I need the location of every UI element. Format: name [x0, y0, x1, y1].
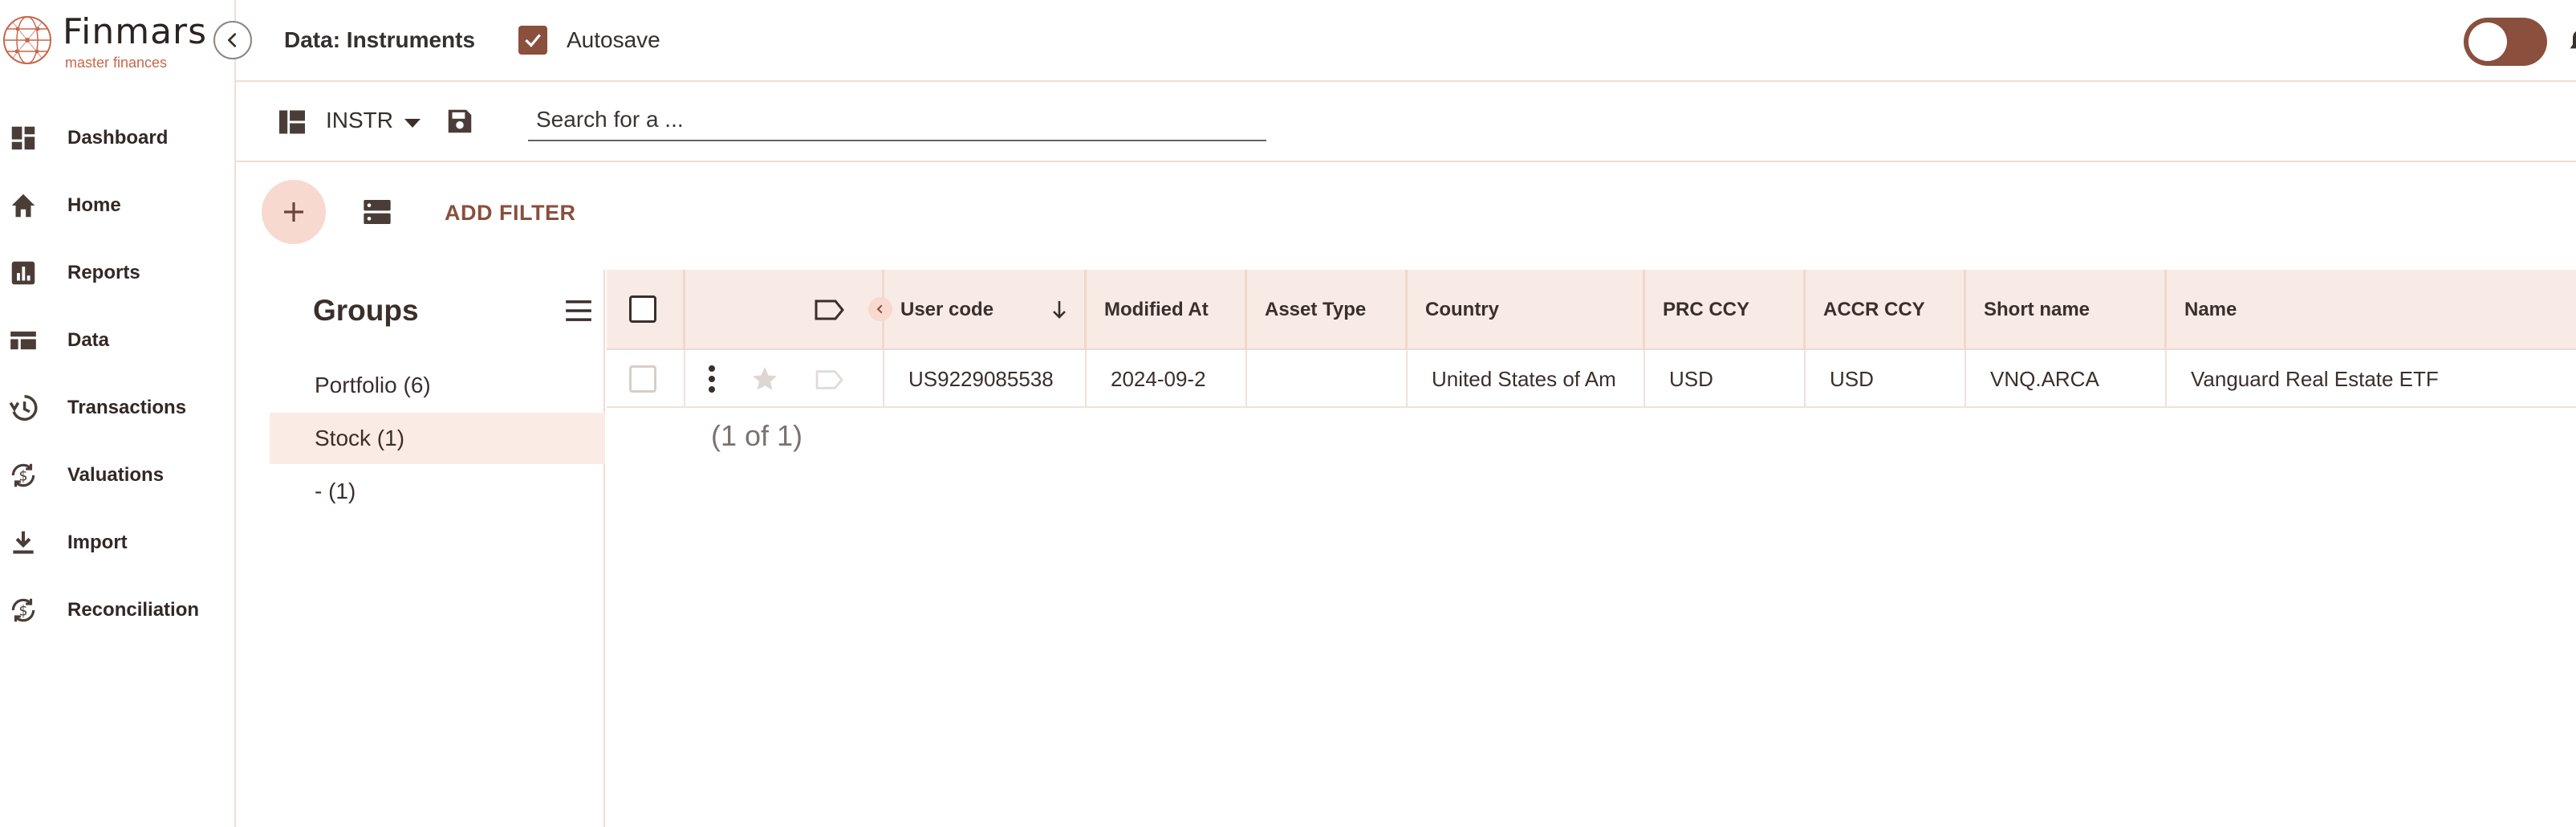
cell-short-name: VNQ.ARCA	[1966, 350, 2167, 408]
row-checkbox[interactable]	[629, 365, 656, 393]
theme-toggle[interactable]	[2464, 18, 2547, 66]
sidebar-item-label: Reports	[67, 262, 140, 283]
top-bar: Data: Instruments Autosave	[236, 0, 2576, 82]
column-label: Modified At	[1104, 299, 1209, 320]
column-header-country[interactable]: Country	[1408, 270, 1645, 350]
column-label: ACCR CCY	[1823, 299, 1925, 320]
cell-prc-ccy: USD	[1645, 350, 1806, 408]
row-actions-cell	[685, 350, 884, 408]
column-label: Short name	[1984, 299, 2090, 320]
sidebar-item-label: Home	[67, 194, 121, 216]
notifications-bell-icon[interactable]	[2565, 24, 2576, 59]
groups-title: Groups	[313, 294, 419, 327]
toggle-knob	[2468, 22, 2507, 61]
logo-name: Finmars	[63, 11, 208, 52]
column-header-accr-ccy[interactable]: ACCR CCY	[1806, 270, 1966, 350]
cell-user-code: US9229085538	[884, 350, 1087, 408]
filter-bar: ADD FILTER	[236, 164, 2576, 270]
save-icon[interactable]	[445, 106, 475, 136]
cell-name: Vanguard Real Estate ETF	[2191, 366, 2439, 391]
column-header-modified-at[interactable]: Modified At	[1087, 270, 1247, 350]
sort-down-arrow-icon[interactable]	[1050, 299, 1069, 321]
sidebar-item-valuations[interactable]: $ Valuations	[0, 442, 234, 509]
svg-text:$: $	[18, 468, 27, 484]
add-filter-button[interactable]: ADD FILTER	[445, 201, 575, 226]
dollar-sync-icon: $	[11, 463, 35, 487]
globe-logo-icon	[3, 16, 51, 64]
column-label: User code	[900, 299, 994, 320]
sidebar-item-reports[interactable]: Reports	[0, 239, 234, 307]
cell-accr-ccy: USD	[1806, 350, 1966, 408]
sidebar-item-transactions[interactable]: Transactions	[0, 374, 234, 442]
logo-subtitle: master finances	[65, 55, 168, 71]
sidebar-item-label: Import	[67, 532, 128, 553]
sidebar-item-label: Valuations	[67, 464, 165, 486]
group-item[interactable]: - (1)	[270, 466, 605, 517]
group-item[interactable]: Stock (1)	[270, 413, 605, 464]
column-header-user-code[interactable]: User code	[884, 270, 1087, 350]
svg-text:$: $	[18, 603, 27, 619]
column-header-short-name[interactable]: Short name	[1966, 270, 2167, 350]
layout-toolbar: INSTR	[236, 84, 2576, 162]
sidebar-item-label: Dashboard	[67, 127, 169, 149]
column-label: Asset Type	[1265, 299, 1367, 320]
row-actions-header	[685, 270, 892, 350]
reports-icon	[11, 261, 35, 285]
sidebar-nav: Dashboard Home Reports Data Transactions…	[0, 104, 234, 644]
hamburger-menu-icon[interactable]	[563, 299, 594, 323]
more-vert-icon[interactable]	[708, 365, 716, 393]
data-icon	[10, 331, 36, 350]
sidebar-item-import[interactable]: Import	[0, 509, 234, 576]
column-header-prc-ccy[interactable]: PRC CCY	[1645, 270, 1806, 350]
autosave-label: Autosave	[567, 27, 660, 52]
sidebar-item-data[interactable]: Data	[0, 307, 234, 374]
star-icon[interactable]	[750, 365, 780, 393]
column-label: Name	[2184, 299, 2237, 320]
finmars-logo[interactable]: Finmars master finances	[2, 11, 208, 71]
autosave-checkbox[interactable]	[518, 26, 547, 55]
column-label: PRC CCY	[1663, 299, 1750, 320]
groups-panel: Groups Portfolio (6) Stock (1) - (1)	[236, 270, 605, 827]
group-item[interactable]: Portfolio (6)	[270, 360, 605, 411]
tag-icon[interactable]	[814, 297, 846, 323]
table-row[interactable]: US9229085538 2024-09-2 United States of …	[607, 350, 2576, 408]
column-header-asset-type[interactable]: Asset Type	[1247, 270, 1408, 350]
pagination-status: (1 of 1)	[711, 419, 803, 452]
history-icon	[9, 395, 38, 421]
select-all-checkbox[interactable]	[629, 295, 656, 323]
add-button[interactable]	[262, 180, 326, 244]
caret-down-icon[interactable]	[404, 119, 421, 128]
row-select-cell	[607, 350, 685, 408]
cell-modified-at: 2024-09-2	[1087, 350, 1247, 408]
cell-asset-type	[1247, 350, 1408, 408]
sidebar-item-label: Data	[67, 329, 110, 351]
checkmark-icon	[525, 34, 541, 47]
server-icon[interactable]	[361, 196, 393, 228]
sidebar-item-home[interactable]: Home	[0, 172, 234, 239]
layout-selector[interactable]: INSTR	[326, 108, 393, 133]
plus-icon	[284, 202, 303, 222]
sidebar-item-reconciliation[interactable]: $ Reconciliation	[0, 576, 234, 644]
chevron-left-icon	[228, 33, 237, 47]
sidebar-item-dashboard[interactable]: Dashboard	[0, 104, 234, 172]
column-label: Country	[1425, 299, 1499, 320]
dashboard-icon	[11, 126, 35, 150]
column-header-name[interactable]: Name	[2167, 270, 2576, 350]
sidebar: Finmars master finances Dashboard Home R…	[0, 0, 252, 827]
collapse-sidebar-button[interactable]	[213, 21, 252, 59]
page-title: Data: Instruments	[284, 27, 476, 52]
cell-country: United States of Am	[1408, 350, 1645, 408]
search-input[interactable]	[528, 100, 1266, 141]
dollar-sync-icon: $	[11, 598, 35, 622]
layout-icon[interactable]	[278, 109, 307, 135]
download-icon	[13, 531, 34, 554]
table-header: User code Modified At Asset Type Country…	[607, 270, 2576, 350]
home-icon	[11, 194, 35, 218]
tag-icon[interactable]	[814, 368, 846, 392]
select-all-cell	[607, 270, 685, 350]
sidebar-item-label: Transactions	[67, 397, 187, 418]
sidebar-item-label: Reconciliation	[67, 599, 200, 621]
